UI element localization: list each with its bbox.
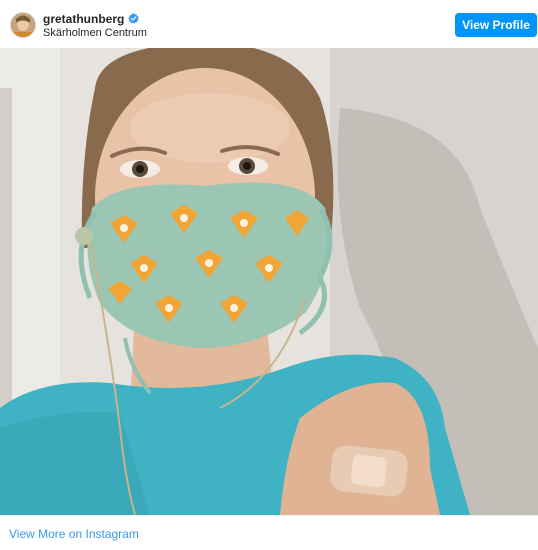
avatar[interactable] — [10, 12, 36, 38]
verified-badge-icon — [128, 13, 140, 24]
location-link[interactable]: Skärholmen Centrum — [43, 27, 147, 40]
view-profile-button[interactable]: View Profile — [455, 13, 537, 37]
instagram-embed: gretathunberg Skärholmen Centrum View Pr… — [0, 0, 538, 549]
post-header: gretathunberg Skärholmen Centrum View Pr… — [0, 0, 538, 49]
username-text[interactable]: gretathunberg — [43, 12, 124, 26]
view-more-link[interactable]: View More on Instagram — [9, 527, 139, 541]
username[interactable]: gretathunberg — [43, 12, 140, 26]
post-photo[interactable] — [0, 48, 538, 515]
post-footer: View More on Instagram — [0, 515, 538, 550]
